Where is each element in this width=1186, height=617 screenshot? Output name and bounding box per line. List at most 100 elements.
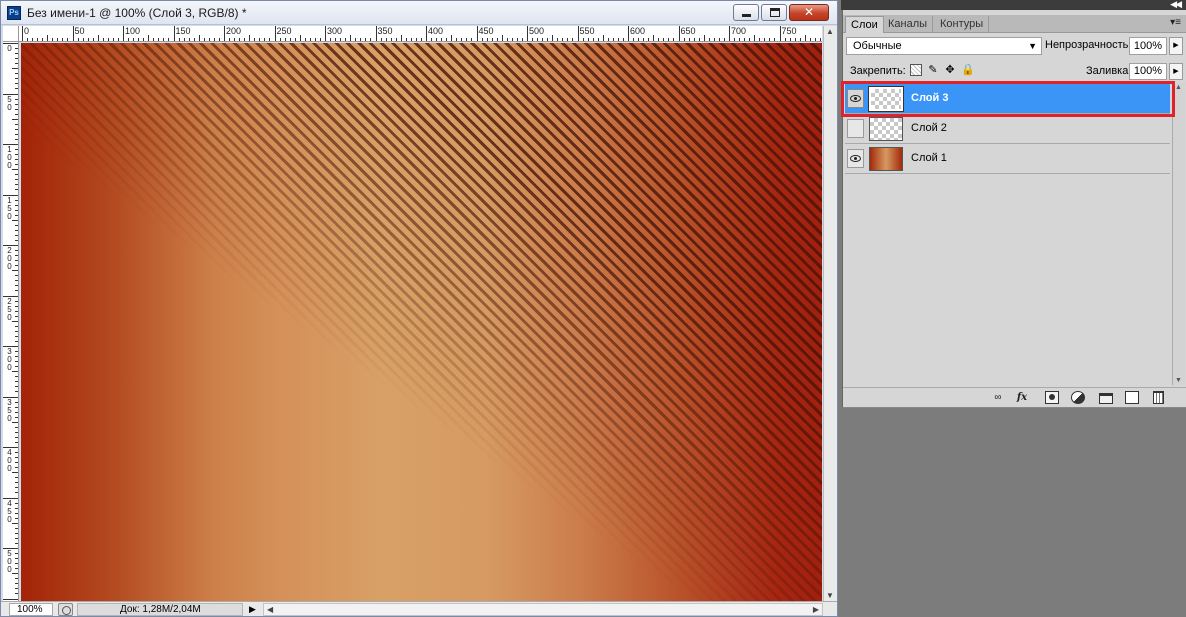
ruler-tick	[37, 38, 39, 41]
scroll-right-arrow-icon[interactable]: ▶	[813, 604, 819, 615]
tab-paths[interactable]: Контуры	[935, 16, 990, 33]
layer-row-1[interactable]: Слой 1	[845, 144, 1170, 174]
tab-layers[interactable]: Слои	[845, 16, 884, 33]
ruler-label: 450	[7, 498, 12, 524]
lock-pixels-icon[interactable]: ✎	[927, 64, 939, 76]
ruler-origin[interactable]	[3, 26, 19, 42]
ruler-label: 700	[731, 26, 747, 36]
ruler-tick	[42, 38, 44, 41]
ruler-tick	[148, 35, 150, 41]
adjustment-icon[interactable]	[1071, 391, 1085, 404]
minimize-icon	[742, 14, 751, 17]
ruler-tick	[15, 138, 18, 140]
vertical-ruler[interactable]: 0501001502002503003504004505005	[3, 42, 19, 602]
blend-mode-select[interactable]: Обычные ▼	[846, 37, 1042, 55]
ruler-tick	[213, 38, 215, 41]
ruler-tick	[67, 38, 69, 41]
ruler-tick	[451, 35, 453, 41]
vertical-scrollbar[interactable]: ▲ ▼	[823, 26, 837, 601]
ruler-tick	[673, 38, 675, 41]
ruler-tick	[3, 295, 18, 297]
ruler-tick	[198, 35, 200, 41]
panel-tabs: Слои Каналы Контуры ▾≡	[843, 15, 1186, 33]
ruler-tick	[15, 103, 18, 105]
ruler-tick	[87, 38, 89, 41]
scroll-left-arrow-icon[interactable]: ◀	[267, 604, 273, 615]
lock-all-icon[interactable]: 🔒	[961, 64, 975, 76]
ruler-tick	[12, 169, 18, 171]
ruler-tick	[254, 38, 256, 41]
layer-row-2[interactable]: Слой 2	[845, 114, 1170, 144]
ruler-tick	[102, 38, 104, 41]
tab-channels[interactable]: Каналы	[883, 16, 934, 33]
link-icon[interactable]: ∞	[989, 391, 1007, 404]
ruler-tick	[15, 467, 18, 469]
layers-scrollbar[interactable]: ▲ ▼	[1172, 83, 1185, 385]
lock-position-icon[interactable]: ✥	[944, 64, 956, 76]
ruler-tick	[15, 73, 18, 75]
ruler-tick	[15, 83, 18, 85]
lock-transparency-icon[interactable]	[910, 64, 922, 76]
ruler-tick	[15, 563, 18, 565]
ruler-tick	[360, 38, 362, 41]
ruler-label: 300	[327, 26, 343, 36]
minimize-button[interactable]	[733, 4, 759, 21]
ruler-tick	[486, 38, 488, 41]
opacity-field[interactable]: 100%	[1129, 37, 1167, 55]
ruler-tick	[12, 270, 18, 272]
scroll-up-arrow-icon[interactable]: ▲	[826, 27, 834, 36]
ruler-tick	[784, 38, 786, 41]
ruler-tick	[15, 411, 18, 413]
ruler-tick	[15, 189, 18, 191]
zoom-level-field[interactable]: 100%	[9, 603, 53, 616]
collapse-panels-icon[interactable]: ◀◀	[1170, 0, 1182, 10]
diagonal-stripes-layer	[21, 43, 822, 601]
ruler-tick	[739, 38, 741, 41]
ruler-tick	[193, 38, 195, 41]
trash-icon[interactable]	[1153, 391, 1164, 404]
status-info-icon[interactable]	[58, 603, 73, 616]
document-titlebar[interactable]: Ps Без имени-1 @ 100% (Слой 3, RGB/8) * …	[1, 1, 837, 25]
ruler-tick	[183, 38, 185, 41]
ruler-tick	[128, 38, 130, 41]
fill-field[interactable]: 100%	[1129, 63, 1167, 80]
ruler-tick	[15, 401, 18, 403]
ruler-tick	[511, 38, 513, 41]
ruler-tick	[461, 38, 463, 41]
panel-menu-icon[interactable]: ▾≡	[1170, 17, 1181, 28]
ruler-tick	[143, 38, 145, 41]
mask-icon[interactable]	[1045, 391, 1059, 404]
opacity-slider-button[interactable]: ▶	[1169, 37, 1183, 55]
ruler-tick	[481, 38, 483, 41]
ruler-tick	[15, 325, 18, 327]
ruler-tick	[15, 381, 18, 383]
photoshop-icon: Ps	[7, 6, 21, 20]
status-menu-arrow-icon[interactable]: ▶	[249, 604, 256, 615]
fill-slider-button[interactable]: ▶	[1169, 63, 1183, 80]
ruler-tick	[15, 482, 18, 484]
scroll-down-arrow-icon[interactable]: ▼	[1175, 377, 1182, 384]
group-icon[interactable]	[1099, 393, 1113, 404]
horizontal-scrollbar[interactable]: ◀ ▶	[263, 603, 823, 616]
ruler-tick	[15, 351, 18, 353]
ruler-tick	[22, 26, 23, 41]
close-button[interactable]: ✕	[789, 4, 829, 21]
image-canvas[interactable]	[21, 43, 822, 601]
ruler-tick	[15, 184, 18, 186]
new-layer-icon[interactable]	[1125, 391, 1139, 404]
visibility-toggle[interactable]	[847, 119, 864, 138]
scroll-down-arrow-icon[interactable]: ▼	[826, 591, 834, 600]
maximize-button[interactable]	[761, 4, 787, 21]
ruler-tick	[577, 26, 579, 41]
fx-icon[interactable]: fx	[1015, 391, 1029, 404]
ruler-tick	[380, 38, 382, 41]
ruler-tick	[703, 35, 705, 41]
scroll-up-arrow-icon[interactable]: ▲	[1175, 84, 1182, 91]
ruler-tick	[617, 38, 619, 41]
visibility-toggle[interactable]	[847, 149, 864, 168]
ruler-tick	[648, 38, 650, 41]
horizontal-ruler[interactable]: 0 50 100 150 200 250 300 350 400 450 500 550 600 650 7…	[19, 26, 822, 42]
ruler-tick	[15, 558, 18, 560]
ruler-tick	[325, 26, 326, 41]
document-window: Ps Без имени-1 @ 100% (Слой 3, RGB/8) * …	[0, 0, 838, 617]
